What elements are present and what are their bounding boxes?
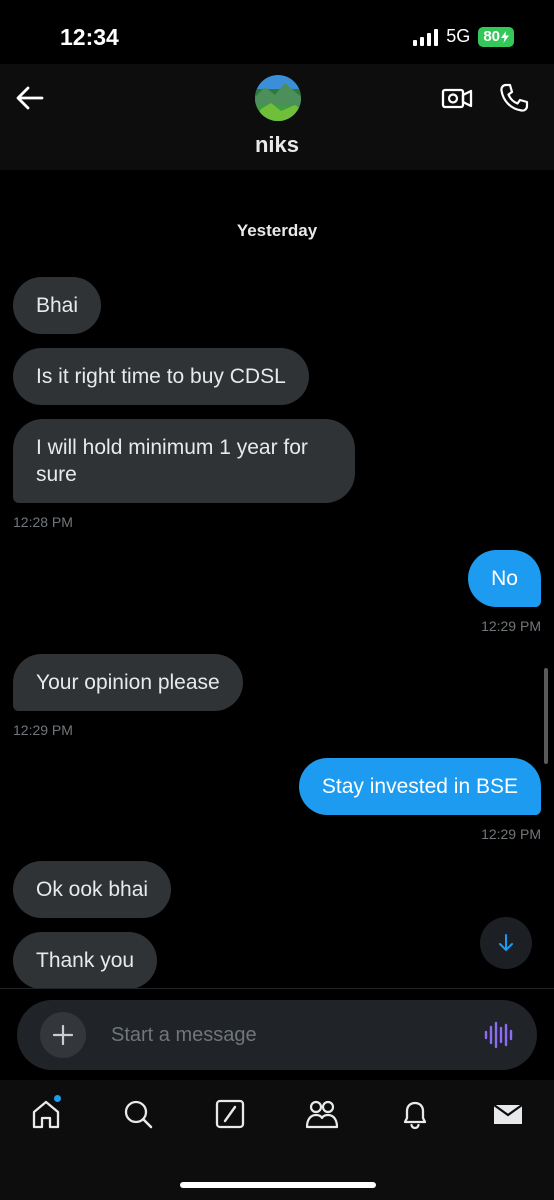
video-camera-icon <box>441 88 473 109</box>
tab-messages[interactable] <box>491 1097 525 1131</box>
status-bar: 12:34 5G 80 <box>0 0 554 64</box>
tab-notifications[interactable] <box>398 1097 432 1131</box>
bell-icon <box>403 1101 427 1130</box>
grok-icon <box>215 1099 245 1129</box>
plus-icon <box>52 1024 74 1046</box>
message-input[interactable] <box>111 1020 451 1050</box>
scrollbar[interactable] <box>544 668 548 764</box>
add-media-button[interactable] <box>40 1012 86 1058</box>
tab-grok[interactable] <box>213 1097 247 1131</box>
voice-message-button[interactable] <box>483 1020 513 1050</box>
charging-bolt-icon <box>501 30 509 43</box>
composer-bar <box>0 988 554 1080</box>
unread-dot <box>54 1095 61 1102</box>
home-icon <box>32 1100 60 1129</box>
message-bubble-outgoing[interactable]: Stay invested in BSE <box>298 758 541 815</box>
home-indicator[interactable] <box>180 1182 376 1188</box>
tab-search[interactable] <box>121 1097 155 1131</box>
arrow-left-icon <box>16 86 44 110</box>
message-bubble-outgoing[interactable]: No <box>468 550 541 607</box>
bottom-tab-bar <box>0 1080 554 1200</box>
battery-icon: 80 <box>478 26 514 47</box>
message-timestamp: 12:28 PM <box>13 514 73 530</box>
communities-icon <box>305 1100 339 1129</box>
contact-name[interactable]: niks <box>0 132 554 158</box>
status-indicators: 5G 80 <box>413 26 514 47</box>
tab-home[interactable] <box>29 1097 63 1131</box>
voice-waveform-icon <box>484 1021 513 1049</box>
message-timestamp: 12:29 PM <box>13 722 73 738</box>
signal-icon <box>413 28 439 46</box>
voice-call-button[interactable] <box>498 82 530 114</box>
message-bubble-incoming[interactable]: Ok ook bhai <box>13 861 172 918</box>
tab-communities[interactable] <box>305 1097 339 1131</box>
message-list[interactable]: Yesterday Bhai Is it right time to buy C… <box>0 170 554 988</box>
avatar-image <box>255 75 301 121</box>
network-type: 5G <box>446 26 471 46</box>
arrow-down-icon <box>499 934 513 951</box>
back-button[interactable] <box>14 82 46 114</box>
scroll-to-bottom-button[interactable] <box>480 917 532 969</box>
message-bubble-incoming[interactable]: I will hold minimum 1 year for sure <box>13 419 355 503</box>
message-bubble-incoming[interactable]: Thank you <box>13 932 158 988</box>
battery-level: 80 <box>483 28 500 45</box>
message-composer <box>17 1000 537 1070</box>
message-bubble-incoming[interactable]: Your opinion please <box>13 654 243 711</box>
video-call-button[interactable] <box>441 82 473 114</box>
conversation-header: niks <box>0 64 554 170</box>
message-timestamp: 12:29 PM <box>481 618 541 634</box>
search-icon <box>124 1100 153 1129</box>
envelope-icon <box>493 1104 523 1124</box>
message-bubble-incoming[interactable]: Bhai <box>13 277 102 334</box>
phone-icon <box>500 83 529 112</box>
status-time: 12:34 <box>60 24 119 50</box>
date-separator: Yesterday <box>236 221 318 240</box>
message-bubble-incoming[interactable]: Is it right time to buy CDSL <box>13 348 309 405</box>
avatar[interactable] <box>255 75 301 121</box>
message-timestamp: 12:29 PM <box>481 826 541 842</box>
